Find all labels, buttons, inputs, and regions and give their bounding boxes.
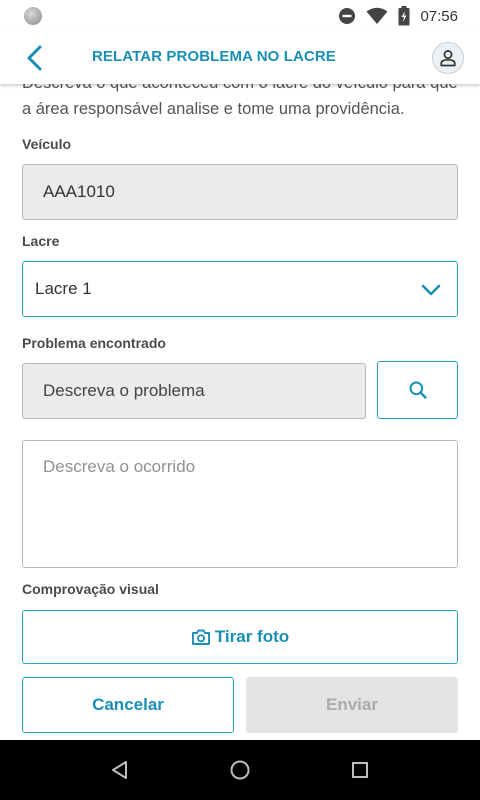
chevron-left-icon bbox=[27, 45, 42, 71]
do-not-disturb-icon bbox=[339, 8, 356, 24]
cancel-button[interactable]: Cancelar bbox=[22, 677, 234, 733]
status-icons: 07:56 bbox=[338, 6, 458, 26]
description-placeholder: Descreva o ocorrido bbox=[43, 457, 196, 476]
page-title: RELATAR PROBLEMA NO LACRE bbox=[92, 48, 336, 65]
send-button[interactable]: Enviar bbox=[246, 677, 458, 733]
evidence-label: Comprovação visual bbox=[22, 581, 159, 597]
description-textarea[interactable]: Descreva o ocorrido bbox=[22, 440, 458, 568]
status-bar: 07:56 bbox=[0, 0, 480, 32]
status-time: 07:56 bbox=[420, 7, 458, 25]
search-icon bbox=[409, 381, 427, 399]
send-label: Enviar bbox=[326, 695, 378, 714]
vehicle-value: AAA1010 bbox=[43, 182, 115, 201]
cancel-label: Cancelar bbox=[92, 695, 164, 714]
wifi-icon bbox=[366, 7, 388, 24]
seal-selected-value: Lacre 1 bbox=[35, 279, 92, 298]
seal-select[interactable]: Lacre 1 bbox=[22, 261, 458, 317]
notification-dot-icon bbox=[24, 7, 42, 25]
problem-label: Problema encontrado bbox=[22, 335, 166, 351]
circle-home-icon bbox=[230, 760, 250, 780]
battery-icon bbox=[398, 6, 410, 26]
chevron-down-icon bbox=[421, 284, 441, 296]
system-nav-bar bbox=[0, 740, 480, 800]
app-bar: RELATAR PROBLEMA NO LACRE bbox=[0, 32, 480, 84]
square-recents-icon bbox=[352, 762, 368, 778]
seal-label: Lacre bbox=[22, 233, 60, 249]
user-icon bbox=[440, 50, 456, 67]
intro-text: Descreva o que aconteceu com o lacre do … bbox=[22, 84, 458, 118]
form-content[interactable]: Descreva o que aconteceu com o lacre do … bbox=[0, 84, 480, 740]
camera-icon bbox=[191, 629, 210, 645]
nav-back-button[interactable] bbox=[100, 750, 140, 790]
nav-home-button[interactable] bbox=[220, 750, 260, 790]
take-photo-button[interactable]: Tirar foto bbox=[22, 610, 458, 664]
problem-placeholder: Descreva o problema bbox=[43, 381, 205, 400]
problem-input[interactable]: Descreva o problema bbox=[22, 363, 366, 419]
vehicle-field: AAA1010 bbox=[22, 164, 458, 220]
triangle-back-icon bbox=[112, 761, 127, 779]
nav-recents-button[interactable] bbox=[340, 750, 380, 790]
vehicle-label: Veículo bbox=[22, 136, 72, 152]
search-problem-button[interactable] bbox=[377, 361, 458, 419]
take-photo-label: Tirar foto bbox=[214, 627, 290, 646]
profile-button[interactable] bbox=[432, 42, 464, 74]
back-button[interactable] bbox=[22, 44, 50, 72]
